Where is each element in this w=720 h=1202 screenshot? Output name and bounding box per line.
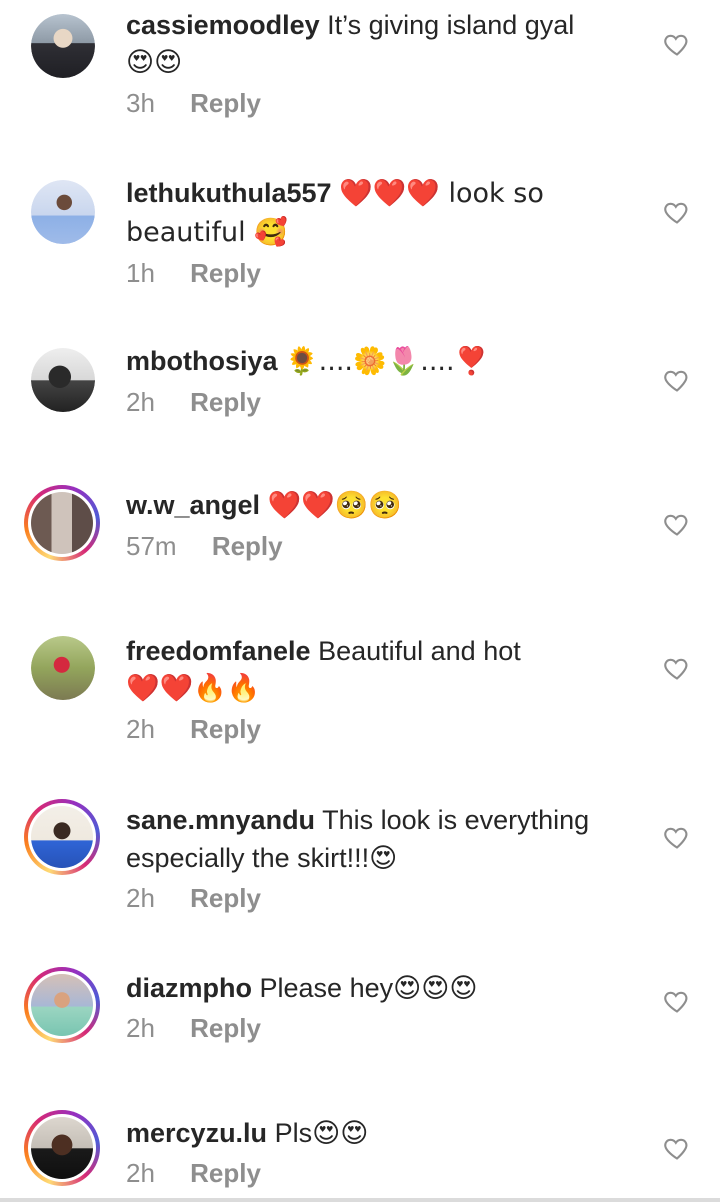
comment-text-line: w.w_angel ❤️❤️🥺🥺 [126, 486, 626, 525]
comment-meta: 2h Reply [126, 712, 626, 746]
comment-username[interactable]: mercyzu.lu [126, 1118, 267, 1148]
reply-button[interactable]: Reply [190, 1158, 261, 1188]
comment-meta: 1h Reply [126, 256, 626, 290]
reply-button[interactable]: Reply [190, 714, 261, 744]
heart-outline-icon[interactable] [663, 198, 691, 226]
comment-emoji-line: ❤️❤️🔥🔥 [126, 673, 261, 704]
comment-time: 2h [126, 1013, 155, 1043]
comment-time: 2h [126, 883, 155, 913]
reply-button[interactable]: Reply [212, 531, 283, 561]
comment-username[interactable]: lethukuthula557 [126, 178, 332, 208]
comment-time: 3h [126, 88, 155, 118]
comment-text: 🌻....🌼🌷....❣️ [285, 346, 489, 377]
comment-text-line: mbothosiya 🌻....🌼🌷....❣️ [126, 342, 626, 381]
comment-text: ❤️❤️🥺🥺 [267, 490, 403, 521]
heart-outline-icon[interactable] [663, 366, 691, 394]
comment-username[interactable]: sane.mnyandu [126, 805, 315, 835]
comment-body: mbothosiya 🌻....🌼🌷....❣️ 2h Reply [126, 342, 626, 419]
comment-text-line: mercyzu.lu Pls😍😍 [126, 1114, 626, 1152]
comment-text-line: sane.mnyandu This look is everything esp… [126, 801, 626, 877]
avatar-story-ring[interactable] [24, 1110, 100, 1186]
reply-button[interactable]: Reply [190, 1013, 261, 1043]
avatar-photo [31, 492, 93, 554]
avatar[interactable] [31, 348, 95, 412]
comment-username[interactable]: diazmpho [126, 973, 252, 1003]
comment-body: sane.mnyandu This look is everything esp… [126, 801, 626, 915]
avatar[interactable] [31, 636, 95, 700]
comment-username[interactable]: mbothosiya [126, 346, 278, 376]
avatar-photo [31, 806, 93, 868]
comment-body: w.w_angel ❤️❤️🥺🥺 57m Reply [126, 486, 626, 563]
comment-time: 2h [126, 714, 155, 744]
comment-meta: 2h Reply [126, 1011, 626, 1045]
reply-button[interactable]: Reply [190, 387, 261, 417]
comment-time: 1h [126, 258, 155, 288]
comment-username[interactable]: w.w_angel [126, 490, 260, 520]
comment-body: cassiemoodley It’s giving island gyal 😍😍… [126, 6, 626, 120]
comment-text-line: lethukuthula557 ❤️❤️❤️ look so beautiful… [126, 174, 626, 252]
heart-outline-icon[interactable] [663, 1134, 691, 1162]
comment-body: lethukuthula557 ❤️❤️❤️ look so beautiful… [126, 174, 626, 290]
heart-outline-icon[interactable] [663, 823, 691, 851]
avatar[interactable] [31, 180, 95, 244]
heart-outline-icon[interactable] [663, 510, 691, 538]
comment-text: Pls😍😍 [274, 1118, 369, 1148]
comment-text-line: cassiemoodley It’s giving island gyal [126, 6, 626, 44]
comment-text: It’s giving island gyal [327, 10, 575, 40]
comment-text: Beautiful and hot [318, 636, 521, 666]
heart-outline-icon[interactable] [663, 987, 691, 1015]
comment-time: 57m [126, 531, 177, 561]
comment-text: Please hey😍😍😍 [259, 973, 478, 1003]
comment-username[interactable]: freedomfanele [126, 636, 311, 666]
comment-text-line: freedomfanele Beautiful and hot [126, 632, 626, 670]
avatar[interactable] [31, 14, 95, 78]
divider [0, 1198, 720, 1202]
avatar-photo [31, 180, 95, 244]
comment-meta: 2h Reply [126, 1156, 626, 1190]
heart-outline-icon[interactable] [663, 654, 691, 682]
avatar-photo [31, 1117, 93, 1179]
comment-time: 2h [126, 1158, 155, 1188]
comment-meta: 2h Reply [126, 385, 626, 419]
heart-outline-icon[interactable] [663, 30, 691, 58]
reply-button[interactable]: Reply [190, 883, 261, 913]
comment-body: diazmpho Please hey😍😍😍 2h Reply [126, 969, 626, 1045]
avatar-photo [31, 974, 93, 1036]
avatar-photo [31, 14, 95, 78]
reply-button[interactable]: Reply [190, 88, 261, 118]
comment-username[interactable]: cassiemoodley [126, 10, 320, 40]
avatar-photo [31, 348, 95, 412]
comment-meta: 57m Reply [126, 529, 626, 563]
comment-time: 2h [126, 387, 155, 417]
comment-meta: 2h Reply [126, 881, 626, 915]
comment-body: mercyzu.lu Pls😍😍 2h Reply [126, 1114, 626, 1190]
avatar-story-ring[interactable] [24, 799, 100, 875]
comment-meta: 3h Reply [126, 86, 626, 120]
avatar-story-ring[interactable] [24, 485, 100, 561]
comment-emoji-line: 😍😍 [126, 47, 183, 78]
reply-button[interactable]: Reply [190, 258, 261, 288]
avatar-photo [31, 636, 95, 700]
comment-body: freedomfanele Beautiful and hot ❤️❤️🔥🔥 2… [126, 632, 626, 746]
avatar-story-ring[interactable] [24, 967, 100, 1043]
comment-text-line: diazmpho Please hey😍😍😍 [126, 969, 626, 1007]
